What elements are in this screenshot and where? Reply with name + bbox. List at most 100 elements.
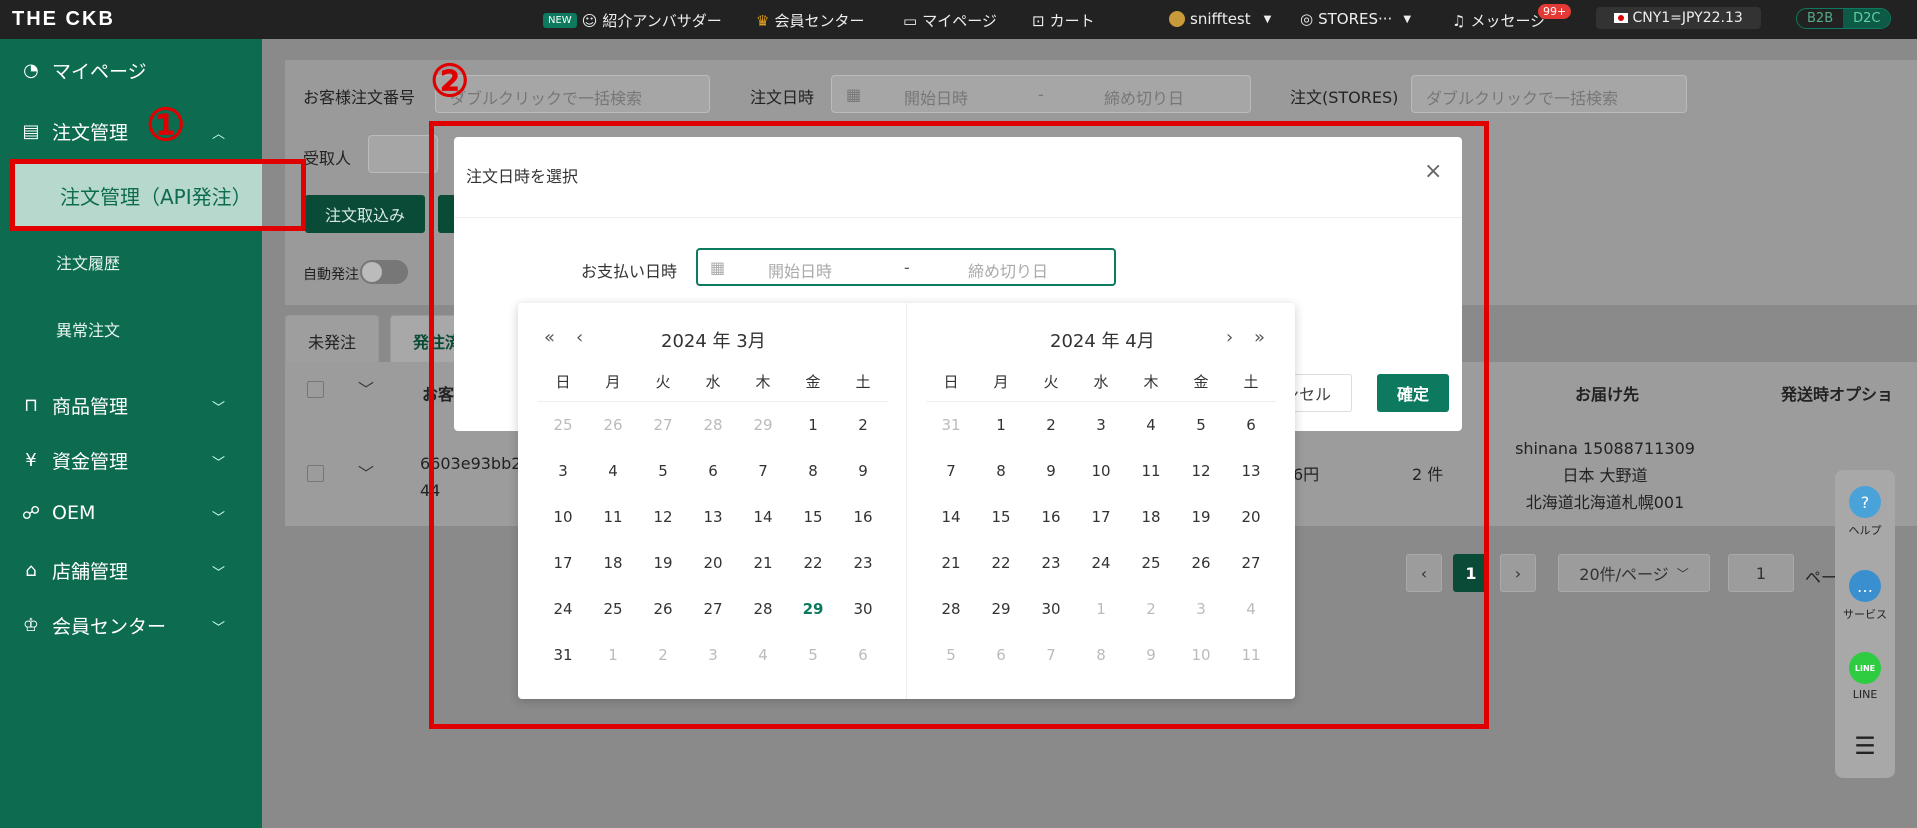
yen-icon: ¥: [25, 450, 37, 471]
select-all-checkbox[interactable]: [307, 381, 324, 398]
chevron-down-icon[interactable]: ﹀: [212, 617, 225, 636]
goto-page-input[interactable]: 1: [1728, 554, 1794, 592]
help-label: ヘルプ: [1848, 524, 1882, 537]
sidebar-item-mypage[interactable]: ◔ マイページ: [20, 57, 147, 84]
chevron-down-icon[interactable]: ﹀: [358, 376, 374, 400]
next-page-button[interactable]: ›: [1500, 554, 1536, 592]
messages-label: メッセージ: [1470, 12, 1546, 30]
cart-label: カート: [1049, 12, 1095, 30]
recipient-label: 受取人: [303, 149, 352, 168]
chevron-up-icon[interactable]: ︿: [212, 123, 225, 142]
monitor-icon: ▭: [903, 11, 918, 30]
sidebar-item-order-history[interactable]: 注文履歴: [56, 250, 120, 274]
sidebar-item-product[interactable]: ⊓ 商品管理: [20, 392, 128, 419]
ambassador-label: 紹介アンバサダー: [602, 12, 722, 30]
chevron-down-icon[interactable]: ﹀: [212, 452, 225, 471]
service-label: サービス: [1843, 608, 1887, 621]
bell-icon: ♫: [1452, 11, 1466, 30]
question-icon: ?: [1849, 486, 1881, 518]
order-date-label: 注文日時: [750, 88, 815, 107]
range-dash: -: [1038, 85, 1044, 104]
column-option: 発送時オプショ: [1781, 385, 1894, 404]
line-button[interactable]: LINE LINE: [1835, 652, 1895, 701]
crown-icon: ♛: [756, 11, 770, 30]
mypage-label: マイページ: [922, 12, 997, 30]
help-button[interactable]: ? ヘルプ: [1835, 486, 1895, 538]
top-bar: THE CKB NEW ☺ 紹介アンバサダー ♛ 会員センター ▭ マイページ …: [0, 0, 1917, 39]
auto-order-label: 自動発注: [303, 267, 359, 283]
end-date: 締め切り日: [1104, 89, 1185, 108]
store-menu[interactable]: ◎ STORES··· ▼: [1300, 10, 1411, 28]
logo[interactable]: THE CKB: [12, 8, 115, 31]
chevron-down-icon[interactable]: ﹀: [212, 562, 225, 581]
sidebar-item-store[interactable]: ⌂ 店舗管理: [20, 557, 128, 584]
b2b-d2c-toggle[interactable]: B2B D2C: [1796, 8, 1892, 29]
stores-input[interactable]: ダブルクリックで一括検索: [1411, 75, 1687, 113]
order-date-range[interactable]: ▦ 開始日時 - 締め切り日: [831, 75, 1251, 113]
cart-link[interactable]: ⊡ カート: [1032, 10, 1095, 31]
sidebar-item-label: 店舗管理: [52, 561, 129, 583]
user-name: snifftest: [1190, 10, 1251, 28]
import-button[interactable]: 注文取込み: [305, 195, 425, 233]
crown-icon: ♔: [22, 615, 40, 636]
chevron-right-icon: ›: [1514, 563, 1522, 583]
customer-order-label: お客様注文番号: [303, 88, 416, 107]
service-button[interactable]: … サービス: [1835, 570, 1895, 622]
floating-help-panel: ? ヘルプ … サービス LINE LINE ☰: [1835, 470, 1895, 778]
b2b-option[interactable]: B2B: [1797, 9, 1843, 28]
sidebar-item-label: 注文管理: [52, 122, 129, 144]
sidebar-item-label: マイページ: [52, 61, 147, 83]
per-page-select[interactable]: 20件/ページ ﹀: [1558, 554, 1710, 592]
mypage-link[interactable]: ▭ マイページ: [903, 10, 997, 31]
line-icon: LINE: [1849, 652, 1881, 684]
row-checkbox[interactable]: [307, 465, 324, 482]
store-name: STORES···: [1318, 10, 1393, 28]
handshake-icon: ☍: [21, 502, 41, 524]
sidebar-item-funds[interactable]: ¥ 資金管理: [20, 447, 128, 474]
recipient-input[interactable]: [368, 135, 438, 173]
shop-icon: ⌂: [25, 560, 37, 581]
highlight-box-modal: [429, 121, 1489, 729]
chevron-down-icon[interactable]: ﹀: [212, 397, 225, 416]
user-menu[interactable]: snifftest ▼: [1169, 10, 1271, 28]
d2c-option[interactable]: D2C: [1843, 9, 1891, 28]
pie-chart-icon: ◔: [23, 60, 39, 81]
menu-indent-icon[interactable]: ☰: [1835, 732, 1895, 760]
start-date: 開始日時: [904, 89, 969, 108]
sidebar-item-label: OEM: [52, 502, 96, 524]
customer-order-input[interactable]: ダブルクリックで一括検索: [435, 75, 710, 113]
sidebar: ◔ マイページ ▤ 注文管理 ︿ 注文履歴 異常注文 ⊓ 商品管理 ﹀ ¥ 資金…: [0, 39, 262, 828]
tab-unordered[interactable]: 未発注: [285, 315, 380, 363]
sidebar-item-label: 資金管理: [52, 451, 129, 473]
exchange-rate: CNY1=JPY22.13: [1596, 7, 1761, 29]
sidebar-item-abnormal[interactable]: 異常注文: [56, 317, 120, 341]
goto-page-suffix: ペー: [1805, 568, 1838, 587]
chevron-down-icon: ▼: [1263, 13, 1272, 25]
annotation-number-2: ②: [430, 56, 470, 107]
ambassador-link[interactable]: NEW ☺ 紹介アンバサダー: [543, 10, 722, 31]
stores-label: 注文(STORES): [1290, 88, 1399, 107]
auto-order-toggle[interactable]: [360, 260, 408, 284]
sidebar-item-label: 会員センター: [52, 616, 167, 638]
sidebar-item-oem[interactable]: ☍ OEM: [20, 502, 95, 524]
message-count-badge: 99+: [1538, 4, 1572, 19]
avatar: [1169, 11, 1185, 27]
member-center-link[interactable]: ♛ 会員センター: [756, 10, 864, 31]
address-line2: 日本 大野道: [1562, 466, 1648, 485]
line-label: LINE: [1852, 688, 1878, 701]
cart-icon: ⊡: [1032, 11, 1045, 30]
exchange-rate-text: CNY1=JPY22.13: [1632, 10, 1743, 26]
sidebar-item-order-mgmt[interactable]: ▤ 注文管理: [20, 118, 128, 145]
annotation-number-1: ①: [146, 100, 186, 151]
store-icon: ◎: [1300, 10, 1314, 28]
sidebar-item-member[interactable]: ♔ 会員センター: [20, 612, 166, 639]
table-cell-address: shinana 15088711309 日本 大野道 北海道北海道札幌001: [1510, 435, 1700, 516]
person-icon: ☺: [581, 11, 598, 30]
chevron-down-icon[interactable]: ﹀: [358, 460, 374, 484]
messages-link[interactable]: ♫ メッセージ: [1452, 10, 1545, 31]
chevron-down-icon[interactable]: ﹀: [212, 507, 225, 526]
sidebar-item-label: 商品管理: [52, 396, 129, 418]
document-icon: ▤: [22, 121, 40, 142]
chevron-down-icon: ▼: [1403, 13, 1412, 25]
member-center-label: 会員センター: [774, 12, 865, 30]
